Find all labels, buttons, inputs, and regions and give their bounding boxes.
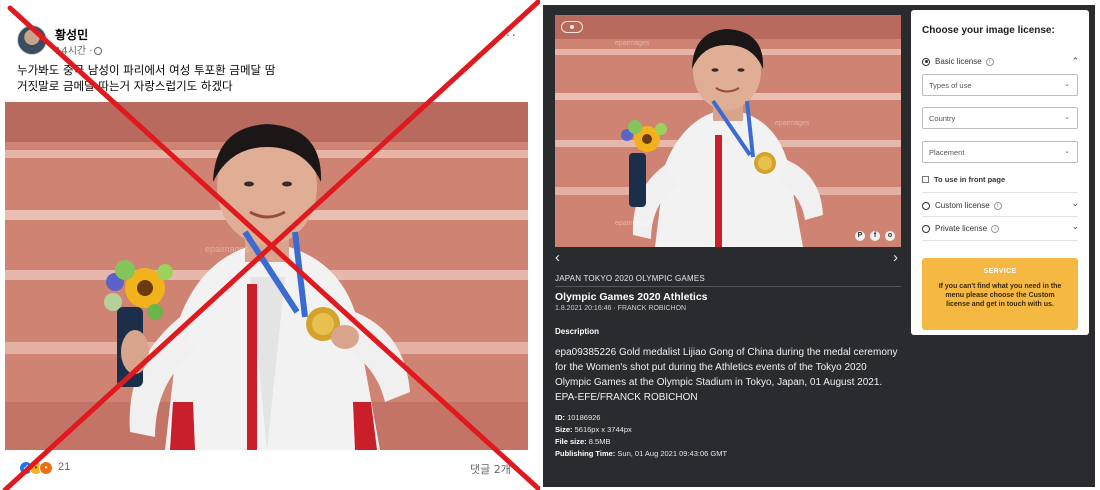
svg-text:epaimages: epaimages bbox=[615, 40, 650, 47]
service-label: SERVICE bbox=[983, 268, 1017, 275]
svg-text:epaimages: epaimages bbox=[615, 220, 650, 227]
id-value: 10186926 bbox=[567, 413, 601, 422]
agency-photo[interactable]: epaimages epaimages epaimages P f o bbox=[555, 15, 901, 247]
front-page-checkbox[interactable] bbox=[922, 176, 929, 183]
divider bbox=[922, 216, 1078, 217]
photo-category[interactable]: JAPAN TOKYO 2020 OLYMPIC GAMES bbox=[555, 274, 705, 283]
athlete-photo: epaimages bbox=[5, 102, 528, 450]
publishing-value: Sun, 01 Aug 2021 09:43:06 GMT bbox=[617, 449, 728, 458]
svg-text:epaimages: epaimages bbox=[205, 244, 250, 254]
divider bbox=[922, 192, 1078, 193]
facebook-icon[interactable]: f bbox=[870, 231, 880, 241]
private-license-label: Private license bbox=[935, 224, 988, 233]
athlete-photo-agency: epaimages epaimages epaimages bbox=[555, 15, 901, 247]
divider bbox=[555, 286, 901, 287]
post-time-text[interactable]: 14시간 · bbox=[55, 46, 92, 57]
composite-screenshot: 황성민 14시간 · ··· 누가봐도 중국 남성이 파리에서 여성 투포환 금… bbox=[0, 0, 1100, 490]
country-select[interactable]: Country ⌄ bbox=[922, 107, 1078, 129]
custom-license-label: Custom license bbox=[935, 201, 990, 210]
avatar[interactable] bbox=[17, 25, 47, 55]
filesize-label: File size: bbox=[555, 437, 587, 446]
social-share: P f o bbox=[855, 231, 895, 241]
id-label: ID: bbox=[555, 413, 565, 422]
divider bbox=[922, 240, 1078, 241]
chevron-down-icon: ⌄ bbox=[1064, 114, 1070, 121]
front-page-label: To use in front page bbox=[934, 175, 1006, 184]
chevron-up-icon[interactable]: ⌃ bbox=[1071, 56, 1079, 67]
types-of-use-value: Types of use bbox=[929, 81, 972, 90]
private-license-option[interactable]: Private license i bbox=[922, 224, 1000, 233]
service-text: If you can't find what you need in the m… bbox=[938, 283, 1062, 308]
comment-count[interactable]: 댓글 2개 bbox=[470, 461, 511, 477]
arrow-right-icon[interactable]: › bbox=[893, 249, 898, 266]
instagram-icon[interactable]: o bbox=[885, 231, 895, 241]
photo-title: Olympic Games 2020 Athletics bbox=[555, 291, 708, 303]
chevron-down-icon[interactable]: ⌄ bbox=[1071, 198, 1079, 209]
info-icon[interactable]: i bbox=[985, 57, 994, 66]
svg-text:epaimages: epaimages bbox=[775, 120, 810, 127]
chevron-down-icon: ⌄ bbox=[1064, 81, 1070, 88]
pinterest-icon[interactable]: P bbox=[855, 231, 865, 241]
license-title: Choose your image license: bbox=[922, 25, 1055, 36]
view-toggle[interactable] bbox=[561, 21, 583, 33]
filesize-value: 8.5MB bbox=[588, 437, 611, 446]
size-value: 5616px x 3744px bbox=[574, 425, 632, 434]
chevron-down-icon[interactable]: ⌄ bbox=[1071, 221, 1079, 232]
basic-license-option[interactable]: Basic license i bbox=[922, 57, 994, 66]
author-name[interactable]: 황성민 bbox=[55, 26, 88, 43]
angry-reaction-icon: • bbox=[39, 461, 53, 475]
placement-value: Placement bbox=[929, 148, 965, 157]
post-photo[interactable]: epaimages bbox=[5, 102, 528, 450]
photo-info: ID: 10186926 Size: 5616px x 3744px File … bbox=[555, 412, 727, 460]
front-page-option[interactable]: To use in front page bbox=[922, 175, 1005, 184]
info-icon[interactable]: i bbox=[993, 201, 1002, 210]
post-time: 14시간 · bbox=[55, 42, 103, 57]
license-panel: Choose your image license: Basic license… bbox=[911, 10, 1089, 335]
post-text-line-1: 누가봐도 중국 남성이 파리에서 여성 투포환 금메달 땀 bbox=[17, 63, 276, 77]
description-label: Description bbox=[555, 327, 600, 336]
post-text: 누가봐도 중국 남성이 파리에서 여성 투포환 금메달 땀 거짓말로 금메달 따… bbox=[17, 62, 527, 94]
country-value: Country bbox=[929, 114, 956, 123]
facebook-post: 황성민 14시간 · ··· 누가봐도 중국 남성이 파리에서 여성 투포환 금… bbox=[0, 0, 540, 490]
service-box[interactable]: SERVICE If you can't find what you need … bbox=[922, 258, 1078, 330]
globe-icon bbox=[94, 47, 103, 55]
basic-license-radio[interactable] bbox=[922, 57, 930, 66]
image-agency-page: epaimages epaimages epaimages P f o ‹ › … bbox=[543, 5, 1095, 487]
photo-description: epa09385226 Gold medalist Lijiao Gong of… bbox=[555, 347, 898, 403]
size-label: Size: bbox=[555, 425, 573, 434]
custom-license-option[interactable]: Custom license i bbox=[922, 201, 1002, 210]
types-of-use-select[interactable]: Types of use ⌄ bbox=[922, 74, 1078, 96]
custom-license-radio[interactable] bbox=[922, 201, 930, 210]
post-footer: ✓ • • 21 댓글 2개 bbox=[0, 455, 540, 485]
private-license-radio[interactable] bbox=[922, 224, 930, 233]
basic-license-label: Basic license bbox=[935, 57, 982, 66]
chevron-down-icon: ⌄ bbox=[1064, 148, 1070, 155]
more-options-button[interactable]: ··· bbox=[500, 26, 517, 42]
placement-select[interactable]: Placement ⌄ bbox=[922, 141, 1078, 163]
arrow-left-icon[interactable]: ‹ bbox=[555, 249, 560, 266]
publishing-label: Publishing Time: bbox=[555, 449, 616, 458]
photo-meta: 1.8.2021 20:16:46 · FRANCK ROBICHON bbox=[555, 305, 687, 312]
post-text-line-2: 거짓말로 금메달 따는거 자랑스럽기도 하겠다 bbox=[17, 79, 233, 93]
info-icon[interactable]: i bbox=[991, 224, 1000, 233]
reaction-count[interactable]: 21 bbox=[58, 461, 70, 473]
